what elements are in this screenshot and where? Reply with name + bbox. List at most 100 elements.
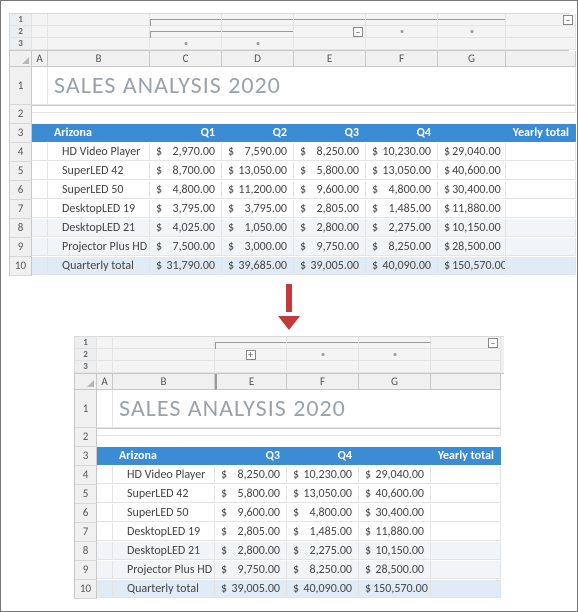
row-header-1[interactable]: 1 bbox=[10, 67, 32, 105]
data-cell[interactable]: $11,880.00 bbox=[438, 200, 506, 218]
row-header-10[interactable]: 10 bbox=[10, 257, 32, 276]
outline-level-1-b[interactable]: 1 bbox=[75, 337, 97, 349]
data-cell[interactable]: $11,200.00 bbox=[222, 181, 294, 199]
row-header-9[interactable]: 9 bbox=[10, 238, 32, 257]
outline-level-3[interactable]: 3 bbox=[10, 38, 32, 50]
data-cell[interactable]: $10,230.00 bbox=[366, 143, 438, 161]
product-name-b[interactable]: HD Video Player bbox=[113, 466, 215, 484]
data-cell[interactable]: $2,805.00 bbox=[294, 200, 366, 218]
data-cell[interactable]: $5,800.00 bbox=[215, 485, 287, 503]
data-cell[interactable]: $4,800.00 bbox=[287, 504, 359, 522]
data-cell[interactable]: $4,800.00 bbox=[366, 181, 438, 199]
data-cell[interactable]: $2,805.00 bbox=[215, 523, 287, 541]
data-cell[interactable]: $30,400.00 bbox=[438, 181, 506, 199]
row-header-8[interactable]: 8 bbox=[10, 219, 32, 238]
col-header-B[interactable]: B bbox=[48, 51, 150, 67]
outline-collapse-button-level1[interactable]: – bbox=[563, 15, 573, 25]
row-header-3[interactable]: 3 bbox=[10, 124, 32, 143]
row-header-6[interactable]: 6 bbox=[10, 181, 32, 200]
product-name-b[interactable]: SuperLED 42 bbox=[113, 485, 215, 503]
col-header-F-b[interactable]: F bbox=[287, 374, 359, 390]
outline-collapse-button-b1[interactable]: – bbox=[488, 338, 498, 348]
total-label[interactable]: Quarterly total bbox=[48, 257, 150, 275]
total-cell[interactable]: $31,790.00 bbox=[150, 257, 222, 275]
product-name-b[interactable]: SuperLED 50 bbox=[113, 504, 215, 522]
total-cell-b[interactable]: $39,005.00 bbox=[215, 580, 287, 598]
row-header-4-b[interactable]: 4 bbox=[75, 466, 97, 485]
product-name[interactable]: DesktopLED 21 bbox=[48, 219, 150, 237]
data-cell[interactable]: $3,795.00 bbox=[222, 200, 294, 218]
total-cell-b[interactable]: $150,570.00 bbox=[359, 580, 431, 598]
data-cell[interactable]: $9,600.00 bbox=[215, 504, 287, 522]
data-cell[interactable]: $10,150.00 bbox=[438, 219, 506, 237]
row-header-1-b[interactable]: 1 bbox=[75, 390, 97, 428]
data-cell[interactable]: $9,600.00 bbox=[294, 181, 366, 199]
data-cell[interactable]: $3,000.00 bbox=[222, 238, 294, 256]
outline-level-2-b[interactable]: 2 bbox=[75, 349, 97, 361]
data-cell[interactable]: $28,500.00 bbox=[359, 561, 431, 579]
product-name[interactable]: DesktopLED 19 bbox=[48, 200, 150, 218]
row-header-3-b[interactable]: 3 bbox=[75, 447, 97, 466]
total-cell[interactable]: $39,685.00 bbox=[222, 257, 294, 275]
row-header-4[interactable]: 4 bbox=[10, 143, 32, 162]
data-cell[interactable]: $9,750.00 bbox=[215, 561, 287, 579]
data-cell[interactable]: $29,040.00 bbox=[438, 143, 506, 161]
product-name-b[interactable]: DesktopLED 21 bbox=[113, 542, 215, 560]
row-header-9-b[interactable]: 9 bbox=[75, 561, 97, 580]
data-cell[interactable]: $40,600.00 bbox=[438, 162, 506, 180]
data-cell[interactable]: $2,275.00 bbox=[287, 542, 359, 560]
col-header-D[interactable]: D bbox=[222, 51, 294, 67]
select-all-corner[interactable] bbox=[10, 51, 32, 67]
data-cell[interactable]: $8,250.00 bbox=[366, 238, 438, 256]
data-cell[interactable]: $7,590.00 bbox=[222, 143, 294, 161]
data-cell[interactable]: $8,250.00 bbox=[215, 466, 287, 484]
data-cell[interactable]: $9,750.00 bbox=[294, 238, 366, 256]
row-header-5[interactable]: 5 bbox=[10, 162, 32, 181]
data-cell[interactable]: $40,600.00 bbox=[359, 485, 431, 503]
col-header-F[interactable]: F bbox=[366, 51, 438, 67]
select-all-corner-b[interactable] bbox=[75, 374, 97, 390]
col-header-E-b[interactable]: E bbox=[215, 374, 287, 390]
total-cell[interactable]: $40,090.00 bbox=[366, 257, 438, 275]
data-cell[interactable]: $1,485.00 bbox=[366, 200, 438, 218]
col-header-A[interactable]: A bbox=[32, 51, 48, 67]
data-cell[interactable]: $30,400.00 bbox=[359, 504, 431, 522]
row-header-6-b[interactable]: 6 bbox=[75, 504, 97, 523]
data-cell[interactable]: $5,800.00 bbox=[294, 162, 366, 180]
product-name[interactable]: Projector Plus HD bbox=[48, 238, 150, 256]
row-header-7-b[interactable]: 7 bbox=[75, 523, 97, 542]
product-name-b[interactable]: Projector Plus HD bbox=[113, 561, 215, 579]
data-cell[interactable]: $4,025.00 bbox=[150, 219, 222, 237]
total-cell[interactable]: $150,570.00 bbox=[438, 257, 506, 275]
row-header-10-b[interactable]: 10 bbox=[75, 580, 97, 599]
col-header-A-b[interactable]: A bbox=[97, 374, 113, 390]
total-cell-b[interactable]: $40,090.00 bbox=[287, 580, 359, 598]
grid-collapsed[interactable]: A B E F G 1 SALES ANALYSIS 2020 2 3 Ariz… bbox=[74, 373, 504, 599]
product-name[interactable]: HD Video Player bbox=[48, 143, 150, 161]
col-header-E[interactable]: E bbox=[294, 51, 366, 67]
data-cell[interactable]: $2,970.00 bbox=[150, 143, 222, 161]
product-name-b[interactable]: DesktopLED 19 bbox=[113, 523, 215, 541]
row-header-2[interactable]: 2 bbox=[10, 105, 32, 124]
data-cell[interactable]: $28,500.00 bbox=[438, 238, 506, 256]
data-cell[interactable]: $13,050.00 bbox=[287, 485, 359, 503]
data-cell[interactable]: $2,800.00 bbox=[294, 219, 366, 237]
data-cell[interactable]: $13,050.00 bbox=[222, 162, 294, 180]
outline-level-2[interactable]: 2 bbox=[10, 26, 32, 38]
total-cell[interactable]: $39,005.00 bbox=[294, 257, 366, 275]
col-header-G-b[interactable]: G bbox=[359, 374, 431, 390]
data-cell[interactable]: $2,800.00 bbox=[215, 542, 287, 560]
row-header-2-b[interactable]: 2 bbox=[75, 428, 97, 447]
data-cell[interactable]: $10,150.00 bbox=[359, 542, 431, 560]
data-cell[interactable]: $13,050.00 bbox=[366, 162, 438, 180]
data-cell[interactable]: $8,250.00 bbox=[287, 561, 359, 579]
data-cell[interactable]: $1,050.00 bbox=[222, 219, 294, 237]
data-cell[interactable]: $3,795.00 bbox=[150, 200, 222, 218]
data-cell[interactable]: $29,040.00 bbox=[359, 466, 431, 484]
data-cell[interactable]: $11,880.00 bbox=[359, 523, 431, 541]
data-cell[interactable]: $8,700.00 bbox=[150, 162, 222, 180]
outline-expand-button[interactable]: + bbox=[246, 350, 256, 360]
row-header-8-b[interactable]: 8 bbox=[75, 542, 97, 561]
outline-level-3-b[interactable]: 3 bbox=[75, 361, 97, 373]
data-cell[interactable]: $8,250.00 bbox=[294, 143, 366, 161]
